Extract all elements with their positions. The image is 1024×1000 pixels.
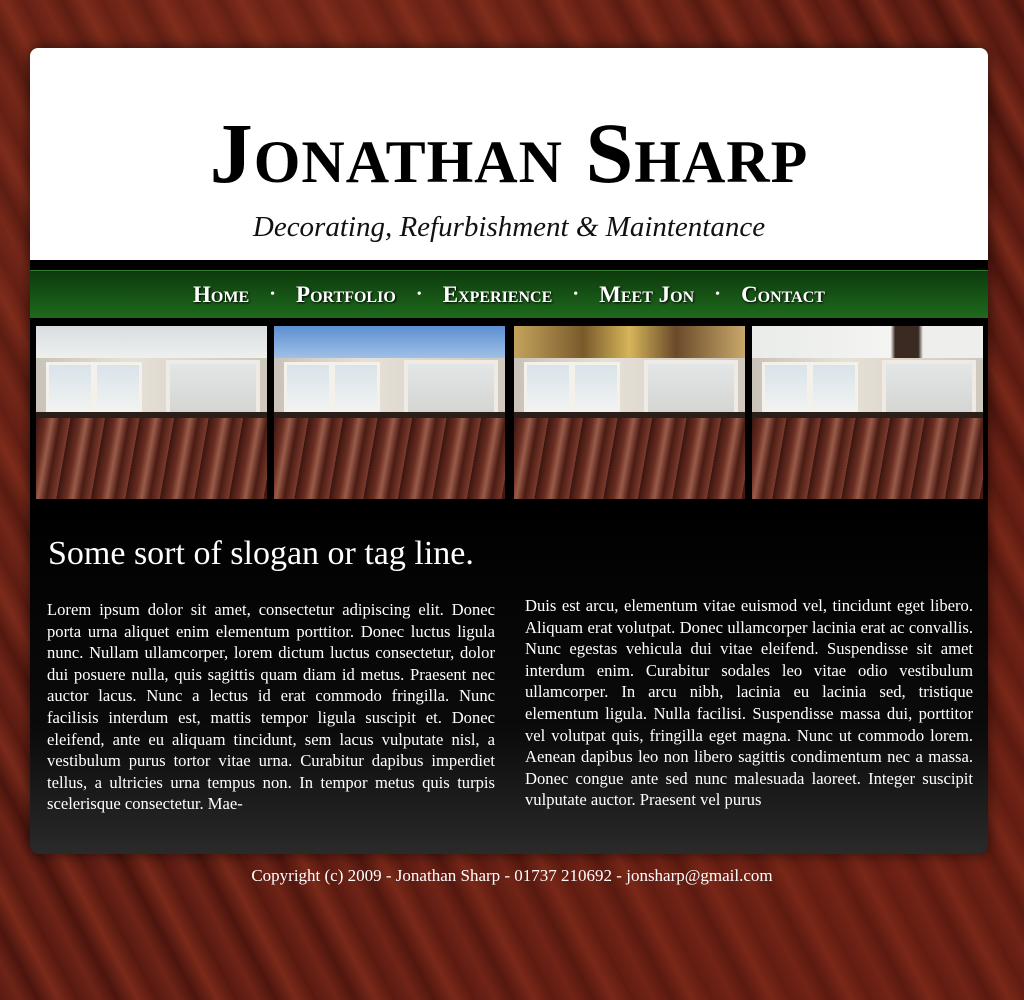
site-tagline: Decorating, Refurbishment & Maintentance: [252, 211, 766, 243]
nav-meet-jon[interactable]: Meet Jon: [595, 282, 698, 308]
nav-home[interactable]: Home: [189, 282, 253, 308]
page-container: Jonathan Sharp Decorating, Refurbishment…: [30, 48, 988, 854]
site-title[interactable]: Jonathan Sharp: [30, 108, 988, 198]
text-column-left: Lorem ipsum dolor sit amet, consectetur …: [47, 600, 495, 814]
nav-contact[interactable]: Contact: [737, 282, 829, 308]
text-column-right: Duis est arcu, elementum vitae euismod v…: [525, 596, 973, 810]
slogan: Some sort of slogan or tag line.: [48, 535, 474, 572]
nav-experience[interactable]: Experience: [439, 282, 557, 308]
nav-portfolio[interactable]: Portfolio: [292, 282, 400, 308]
gallery-image-2[interactable]: [274, 326, 505, 499]
nav-separator: •: [416, 287, 422, 302]
nav-separator: •: [715, 287, 721, 302]
main-nav: Home • Portfolio • Experience • Meet Jon…: [30, 270, 988, 319]
gallery-image-1[interactable]: [36, 326, 267, 499]
gallery-image-4[interactable]: [752, 326, 983, 499]
nav-separator: •: [270, 287, 276, 302]
main-content: Some sort of slogan or tag line. Lorem i…: [30, 505, 988, 854]
site-header: Jonathan Sharp Decorating, Refurbishment…: [30, 48, 988, 260]
gallery-image-3[interactable]: [514, 326, 745, 499]
photo-gallery: [30, 318, 988, 505]
footer-copyright: Copyright (c) 2009 - Jonathan Sharp - 01…: [251, 866, 773, 885]
nav-separator: •: [573, 287, 579, 302]
header-divider: [30, 260, 988, 270]
